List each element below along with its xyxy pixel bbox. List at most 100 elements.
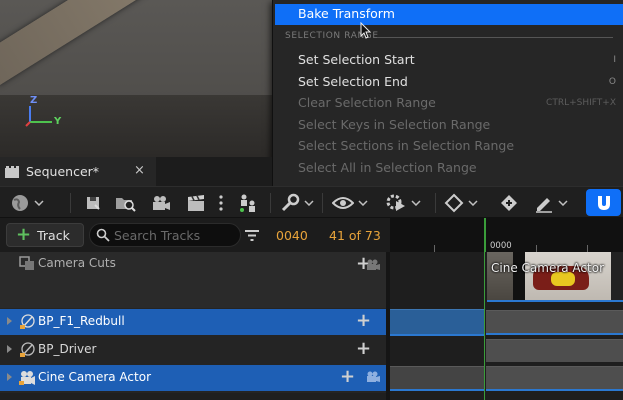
lane-bp-driver[interactable]	[390, 337, 623, 363]
chevron-down-icon	[304, 200, 314, 206]
camera-icon[interactable]	[366, 259, 380, 271]
playhead-handle[interactable]	[484, 218, 486, 252]
menu-item-clear-selection-range[interactable]: Clear Selection Range	[298, 93, 436, 113]
filter-button[interactable]	[244, 227, 260, 243]
expand-arrow-icon[interactable]	[7, 345, 12, 353]
camera-button[interactable]	[151, 190, 171, 216]
menu-item-select-all-in-range[interactable]: Select All in Selection Range	[298, 158, 477, 178]
lane-bp-f1-redbull[interactable]	[390, 309, 623, 336]
shortcut-clear-selection-range: CTRL+SHIFT+X	[546, 98, 616, 108]
add-to-track-button[interactable]: +	[340, 366, 355, 387]
gear-play-icon	[386, 194, 405, 211]
ruler-tick	[434, 245, 435, 252]
transform-section[interactable]	[486, 366, 623, 391]
add-to-track-button[interactable]: +	[356, 310, 371, 331]
camera-cut-section[interactable]: Cine Camera Actor	[487, 252, 623, 302]
tab-sequencer[interactable]: Sequencer* ×	[0, 157, 156, 186]
cine-camera-icon	[19, 371, 35, 385]
folder-search-icon	[116, 198, 136, 212]
save-button[interactable]	[84, 190, 102, 216]
find-in-content-browser-button[interactable]	[115, 190, 137, 216]
actions-button[interactable]	[238, 190, 260, 216]
mouse-cursor-icon	[360, 21, 372, 40]
menu-item-bake-transform[interactable]: Bake Transform	[275, 4, 623, 25]
section-divider	[377, 37, 613, 38]
vertical-ellipsis-icon	[219, 195, 223, 211]
track-label: BP_Driver	[38, 342, 97, 356]
actor-icon	[20, 342, 35, 357]
key-diamond-icon	[444, 193, 464, 213]
chevron-down-icon	[358, 200, 368, 206]
search-icon	[96, 228, 110, 242]
key-interpolation-button[interactable]	[444, 190, 478, 216]
track-label: BP_F1_Redbull	[38, 314, 125, 328]
toolbar-separator	[270, 193, 271, 213]
menu-item-select-sections-in-range[interactable]: Select Sections in Selection Range	[298, 136, 514, 156]
eye-icon	[332, 197, 354, 209]
ruler-tick	[536, 245, 537, 252]
add-to-track-button[interactable]: +	[356, 338, 371, 359]
world-button[interactable]	[10, 190, 44, 216]
clip-thumbnail	[487, 252, 513, 300]
pencil-icon	[536, 198, 552, 213]
camera-icon[interactable]	[366, 371, 380, 383]
context-menu: Bake Transform SELECTION RANGE Set Selec…	[272, 0, 623, 186]
selected-section[interactable]	[390, 309, 484, 336]
add-track-button[interactable]: + Track	[6, 223, 84, 247]
tab-close-button[interactable]: ×	[134, 163, 145, 178]
camera-cut-label: Cine Camera Actor	[491, 261, 604, 275]
tools-button[interactable]	[280, 190, 314, 216]
plus-icon: +	[16, 224, 32, 245]
playhead-line	[484, 252, 485, 400]
expand-arrow-icon[interactable]	[7, 317, 12, 325]
track-row-camera-cuts[interactable]: Camera Cuts +	[0, 252, 386, 308]
track-row-bp-f1-redbull[interactable]: BP_F1_Redbull +	[0, 309, 386, 335]
sequencer-toolbar	[0, 186, 623, 218]
render-movie-button[interactable]	[186, 190, 206, 216]
view-options-button[interactable]	[332, 190, 368, 216]
transform-section[interactable]	[486, 310, 623, 335]
track-row-next[interactable]	[0, 393, 386, 400]
globe-icon	[12, 195, 28, 211]
timeline-area[interactable]: Cine Camera Actor	[390, 252, 623, 400]
timeline-ruler[interactable]: 0000	[390, 218, 623, 252]
camera-icon	[153, 196, 170, 210]
selected-section[interactable]	[390, 366, 484, 391]
add-track-label: Track	[37, 227, 70, 243]
search-input[interactable]	[114, 226, 234, 244]
chevron-down-icon	[558, 200, 568, 206]
shortcut-set-selection-end: O	[608, 77, 616, 87]
expand-arrow-icon[interactable]	[7, 373, 12, 381]
menu-item-set-selection-end[interactable]: Set Selection End	[298, 72, 408, 92]
save-icon	[87, 197, 100, 210]
key-diamond-plus-icon	[501, 195, 517, 211]
auto-key-button[interactable]	[498, 190, 520, 216]
toolbar-separator	[70, 193, 71, 213]
axis-z-label: Z	[30, 95, 38, 106]
more-options-button[interactable]	[218, 190, 224, 216]
menu-item-select-keys-in-range[interactable]: Select Keys in Selection Range	[298, 115, 490, 135]
track-filter-bar: + Track 0040 41 of 73	[0, 218, 390, 252]
clip-thumbnail	[513, 252, 525, 300]
current-frame-field[interactable]: 0040	[276, 228, 308, 243]
lane-cine-camera-actor[interactable]	[390, 365, 623, 391]
sequencer-tab-icon	[5, 166, 19, 178]
edit-mode-button[interactable]	[534, 190, 568, 216]
level-viewport[interactable]: Z Y	[0, 0, 272, 157]
track-row-bp-driver[interactable]: BP_Driver +	[0, 337, 386, 363]
wrench-icon	[281, 193, 300, 212]
chevron-down-icon	[468, 200, 478, 206]
snap-toggle-button[interactable]	[586, 189, 621, 216]
magnet-icon	[597, 195, 610, 210]
axis-gizmo: Z Y	[24, 95, 74, 132]
chevron-down-icon	[411, 200, 421, 206]
toolbar-separator	[322, 193, 323, 213]
track-label: Cine Camera Actor	[38, 370, 151, 384]
search-box[interactable]	[89, 223, 241, 247]
actor-icon	[20, 314, 35, 329]
track-row-cine-camera-actor[interactable]: Cine Camera Actor +	[0, 365, 386, 391]
transform-section[interactable]	[486, 339, 623, 362]
menu-item-set-selection-start[interactable]: Set Selection Start	[298, 50, 415, 70]
chevron-down-icon	[34, 200, 44, 206]
playback-options-button[interactable]	[385, 190, 421, 216]
